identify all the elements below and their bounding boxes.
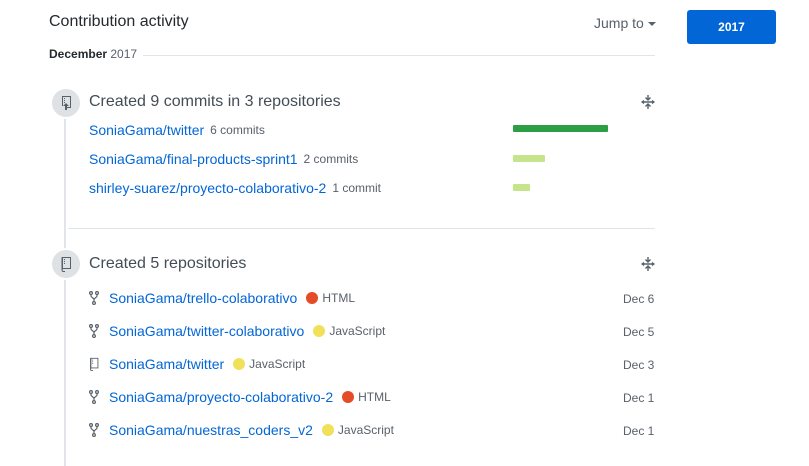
commit-repo-link[interactable]: SoniaGama/twitter — [89, 122, 204, 138]
commits-badge — [50, 87, 82, 119]
fork-icon — [88, 324, 100, 338]
fork-icon — [88, 423, 100, 437]
fork-icon — [88, 291, 100, 305]
repos-badge — [50, 248, 82, 280]
commit-bar — [513, 155, 545, 162]
repo-link[interactable]: SoniaGama/trello-colaborativo — [109, 290, 297, 306]
fold-icon — [641, 95, 655, 109]
repo-push-icon — [62, 96, 71, 110]
contribution-activity-title: Contribution activity — [49, 13, 189, 30]
commits-section-title: Created 9 commits in 3 repositories — [89, 93, 341, 110]
repo-link[interactable]: SoniaGama/nuestras_coders_v2 — [109, 422, 313, 438]
commit-count: 1 commit — [332, 181, 382, 195]
language-color-dot — [321, 424, 334, 436]
commit-row: SoniaGama/twitter 6 commits — [89, 122, 265, 138]
repo-row: SoniaGama/nuestras_coders_v2 JavaScript — [88, 422, 394, 438]
fold-toggle-commits[interactable] — [640, 94, 656, 115]
repo-row: SoniaGama/proyecto-colaborativo-2 HTML — [88, 389, 391, 405]
repos-section-title: Created 5 repositories — [89, 255, 247, 272]
repo-language: JavaScript — [337, 423, 394, 437]
commit-bar — [513, 125, 608, 132]
year-2017-button[interactable]: 2017 — [687, 10, 776, 44]
language-color-dot — [342, 391, 355, 403]
month-name: December — [49, 47, 108, 61]
repo-book-icon — [88, 357, 100, 371]
repo-created-date: Dec 5 — [623, 325, 655, 339]
repo-language: HTML — [358, 390, 391, 404]
caret-down-icon — [647, 22, 656, 27]
month-heading: December 2017 — [49, 47, 144, 61]
commit-bar — [513, 184, 530, 191]
repo-language: JavaScript — [249, 357, 306, 371]
commit-repo-link[interactable]: SoniaGama/final-products-sprint1 — [89, 151, 298, 167]
repo-row: SoniaGama/trello-colaborativo HTML — [88, 290, 355, 306]
language-color-dot — [233, 358, 246, 370]
commit-count: 2 commits — [303, 152, 359, 166]
jump-to-dropdown[interactable]: Jump to — [594, 15, 656, 31]
repo-created-date: Dec 1 — [623, 424, 655, 438]
commit-row: shirley-suarez/proyecto-colaborativo-2 1… — [89, 180, 381, 196]
repo-language: HTML — [322, 291, 355, 305]
repo-book-icon — [61, 257, 71, 272]
commit-repo-link[interactable]: shirley-suarez/proyecto-colaborativo-2 — [89, 180, 326, 196]
repo-row: SoniaGama/twitter-colaborativo JavaScript — [88, 323, 385, 339]
repo-link[interactable]: SoniaGama/twitter — [109, 356, 224, 372]
language-color-dot — [306, 292, 319, 304]
section-separator — [68, 228, 655, 229]
commit-count: 6 commits — [210, 123, 265, 137]
jump-to-label: Jump to — [594, 15, 644, 31]
commit-row: SoniaGama/final-products-sprint1 2 commi… — [89, 151, 358, 167]
repo-created-date: Dec 1 — [623, 391, 655, 405]
fold-toggle-repos[interactable] — [640, 256, 656, 277]
fold-icon — [641, 257, 655, 271]
repo-link[interactable]: SoniaGama/proyecto-colaborativo-2 — [109, 389, 333, 405]
month-year: 2017 — [110, 47, 138, 61]
timeline-line — [64, 110, 66, 466]
repo-row: SoniaGama/twitter JavaScript — [88, 356, 305, 372]
repo-language: JavaScript — [329, 324, 386, 338]
language-color-dot — [313, 325, 326, 337]
repo-created-date: Dec 6 — [623, 292, 655, 306]
repo-created-date: Dec 3 — [623, 358, 655, 372]
repo-link[interactable]: SoniaGama/twitter-colaborativo — [109, 323, 304, 339]
fork-icon — [88, 390, 100, 404]
